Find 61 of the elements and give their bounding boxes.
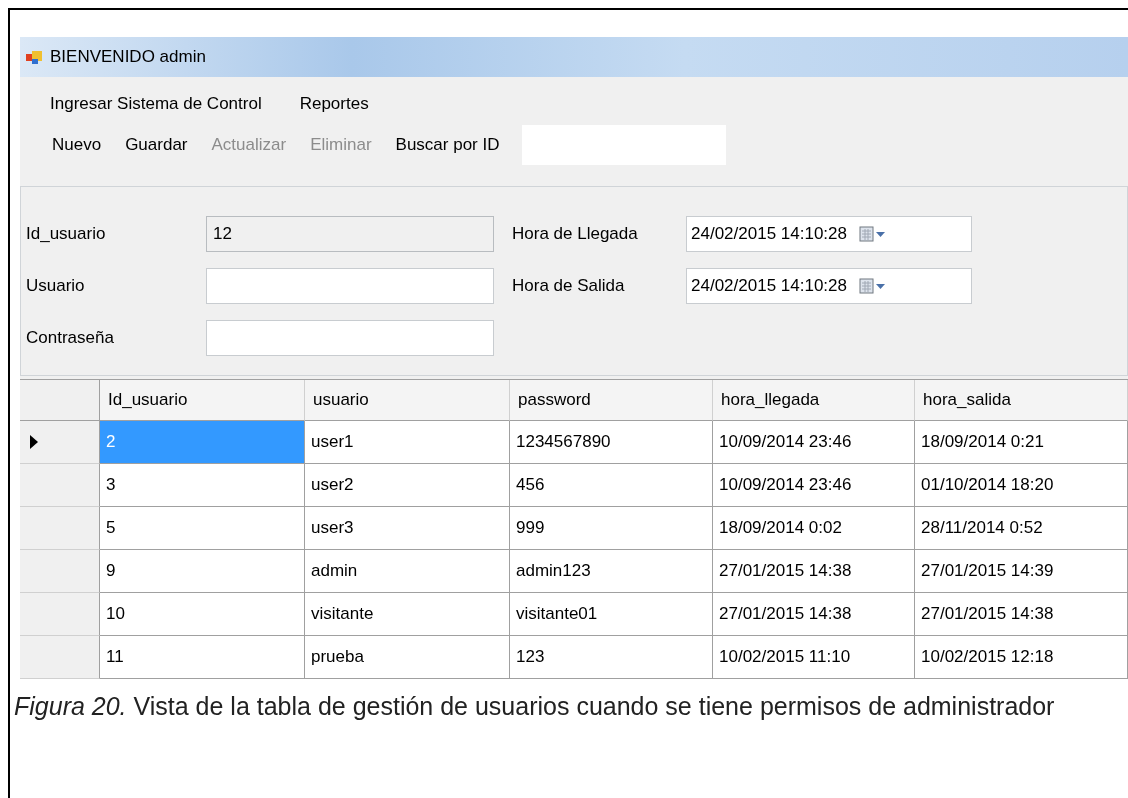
table-cell: 27/01/2015 14:38 bbox=[915, 593, 1128, 636]
row-header[interactable] bbox=[20, 507, 100, 550]
field-label: Contraseña bbox=[26, 327, 115, 348]
row-header[interactable] bbox=[20, 636, 100, 679]
row-header[interactable] bbox=[20, 550, 100, 593]
window-title: BIENVENIDO admin bbox=[50, 47, 206, 67]
column-header[interactable]: hora_salida bbox=[915, 380, 1128, 421]
table-cell: 2 bbox=[100, 421, 305, 464]
table-cell: user3 bbox=[305, 507, 510, 550]
table-cell: 3 bbox=[100, 464, 305, 507]
table-cell: user1 bbox=[305, 421, 510, 464]
table-cell: 27/01/2015 14:38 bbox=[713, 550, 915, 593]
table-cell: visitante bbox=[305, 593, 510, 636]
table-cell: 27/01/2015 14:39 bbox=[915, 550, 1128, 593]
table-cell: 999 bbox=[510, 507, 713, 550]
column-header[interactable]: usuario bbox=[305, 380, 510, 421]
date-picker[interactable]: 24/02/2015 14:10:28 bbox=[686, 215, 972, 252]
table-cell: 27/01/2015 14:38 bbox=[713, 593, 915, 636]
input-field[interactable] bbox=[206, 267, 494, 304]
table-cell: 11 bbox=[100, 636, 305, 679]
toolbar-item[interactable]: Nuevo bbox=[52, 135, 102, 155]
input-field[interactable] bbox=[206, 319, 494, 356]
table-cell: 10/09/2014 23:46 bbox=[713, 464, 915, 507]
table-cell: admin bbox=[305, 550, 510, 593]
table-cell: user2 bbox=[305, 464, 510, 507]
calendar-dropdown-icon[interactable] bbox=[859, 277, 887, 294]
table-cell: 18/09/2014 0:21 bbox=[915, 421, 1128, 464]
column-header[interactable]: hora_llegada bbox=[713, 380, 915, 421]
field-label: Hora de Llegada bbox=[512, 223, 639, 244]
search-label: Buscar por ID bbox=[395, 135, 500, 155]
figure-caption: Figura 20. Vista de la tabla de gestión de usuarios cuando se tiene permisos de administrador bbox=[14, 691, 1056, 722]
table-cell: 01/10/2014 18:20 bbox=[915, 464, 1128, 507]
column-header[interactable]: Id_usuario bbox=[100, 380, 305, 421]
table-cell: prueba bbox=[305, 636, 510, 679]
row-header[interactable] bbox=[20, 464, 100, 507]
table-cell: 10/09/2014 23:46 bbox=[713, 421, 915, 464]
table-cell: admin123 bbox=[510, 550, 713, 593]
table-cell: 5 bbox=[100, 507, 305, 550]
date-picker[interactable]: 24/02/2015 14:10:28 bbox=[686, 267, 972, 304]
toolbar-item[interactable]: Guardar bbox=[125, 135, 188, 155]
table-cell: 123 bbox=[510, 636, 713, 679]
column-header[interactable]: password bbox=[510, 380, 713, 421]
table-cell: 10/02/2015 12:18 bbox=[915, 636, 1128, 679]
app-icon bbox=[26, 49, 42, 65]
menu-item[interactable]: Ingresar Sistema de Control bbox=[50, 93, 262, 114]
table-cell: 28/11/2014 0:52 bbox=[915, 507, 1128, 550]
row-header[interactable] bbox=[20, 421, 100, 464]
row-header[interactable] bbox=[20, 593, 100, 636]
field-label: Hora de Salida bbox=[512, 275, 626, 296]
field-label: Usuario bbox=[26, 275, 86, 296]
table-cell: 1234567890 bbox=[510, 421, 713, 464]
menu-item[interactable]: Reportes bbox=[299, 93, 369, 114]
table-cell: 10 bbox=[100, 593, 305, 636]
table-cell: 9 bbox=[100, 550, 305, 593]
table-cell: 10/02/2015 11:10 bbox=[713, 636, 915, 679]
table-cell: visitante01 bbox=[510, 593, 713, 636]
table-cell: 18/09/2014 0:02 bbox=[713, 507, 915, 550]
field-label: Id_usuario bbox=[26, 223, 107, 244]
calendar-dropdown-icon[interactable] bbox=[859, 225, 887, 242]
table-cell: 456 bbox=[510, 464, 713, 507]
current-row-icon bbox=[30, 435, 38, 449]
